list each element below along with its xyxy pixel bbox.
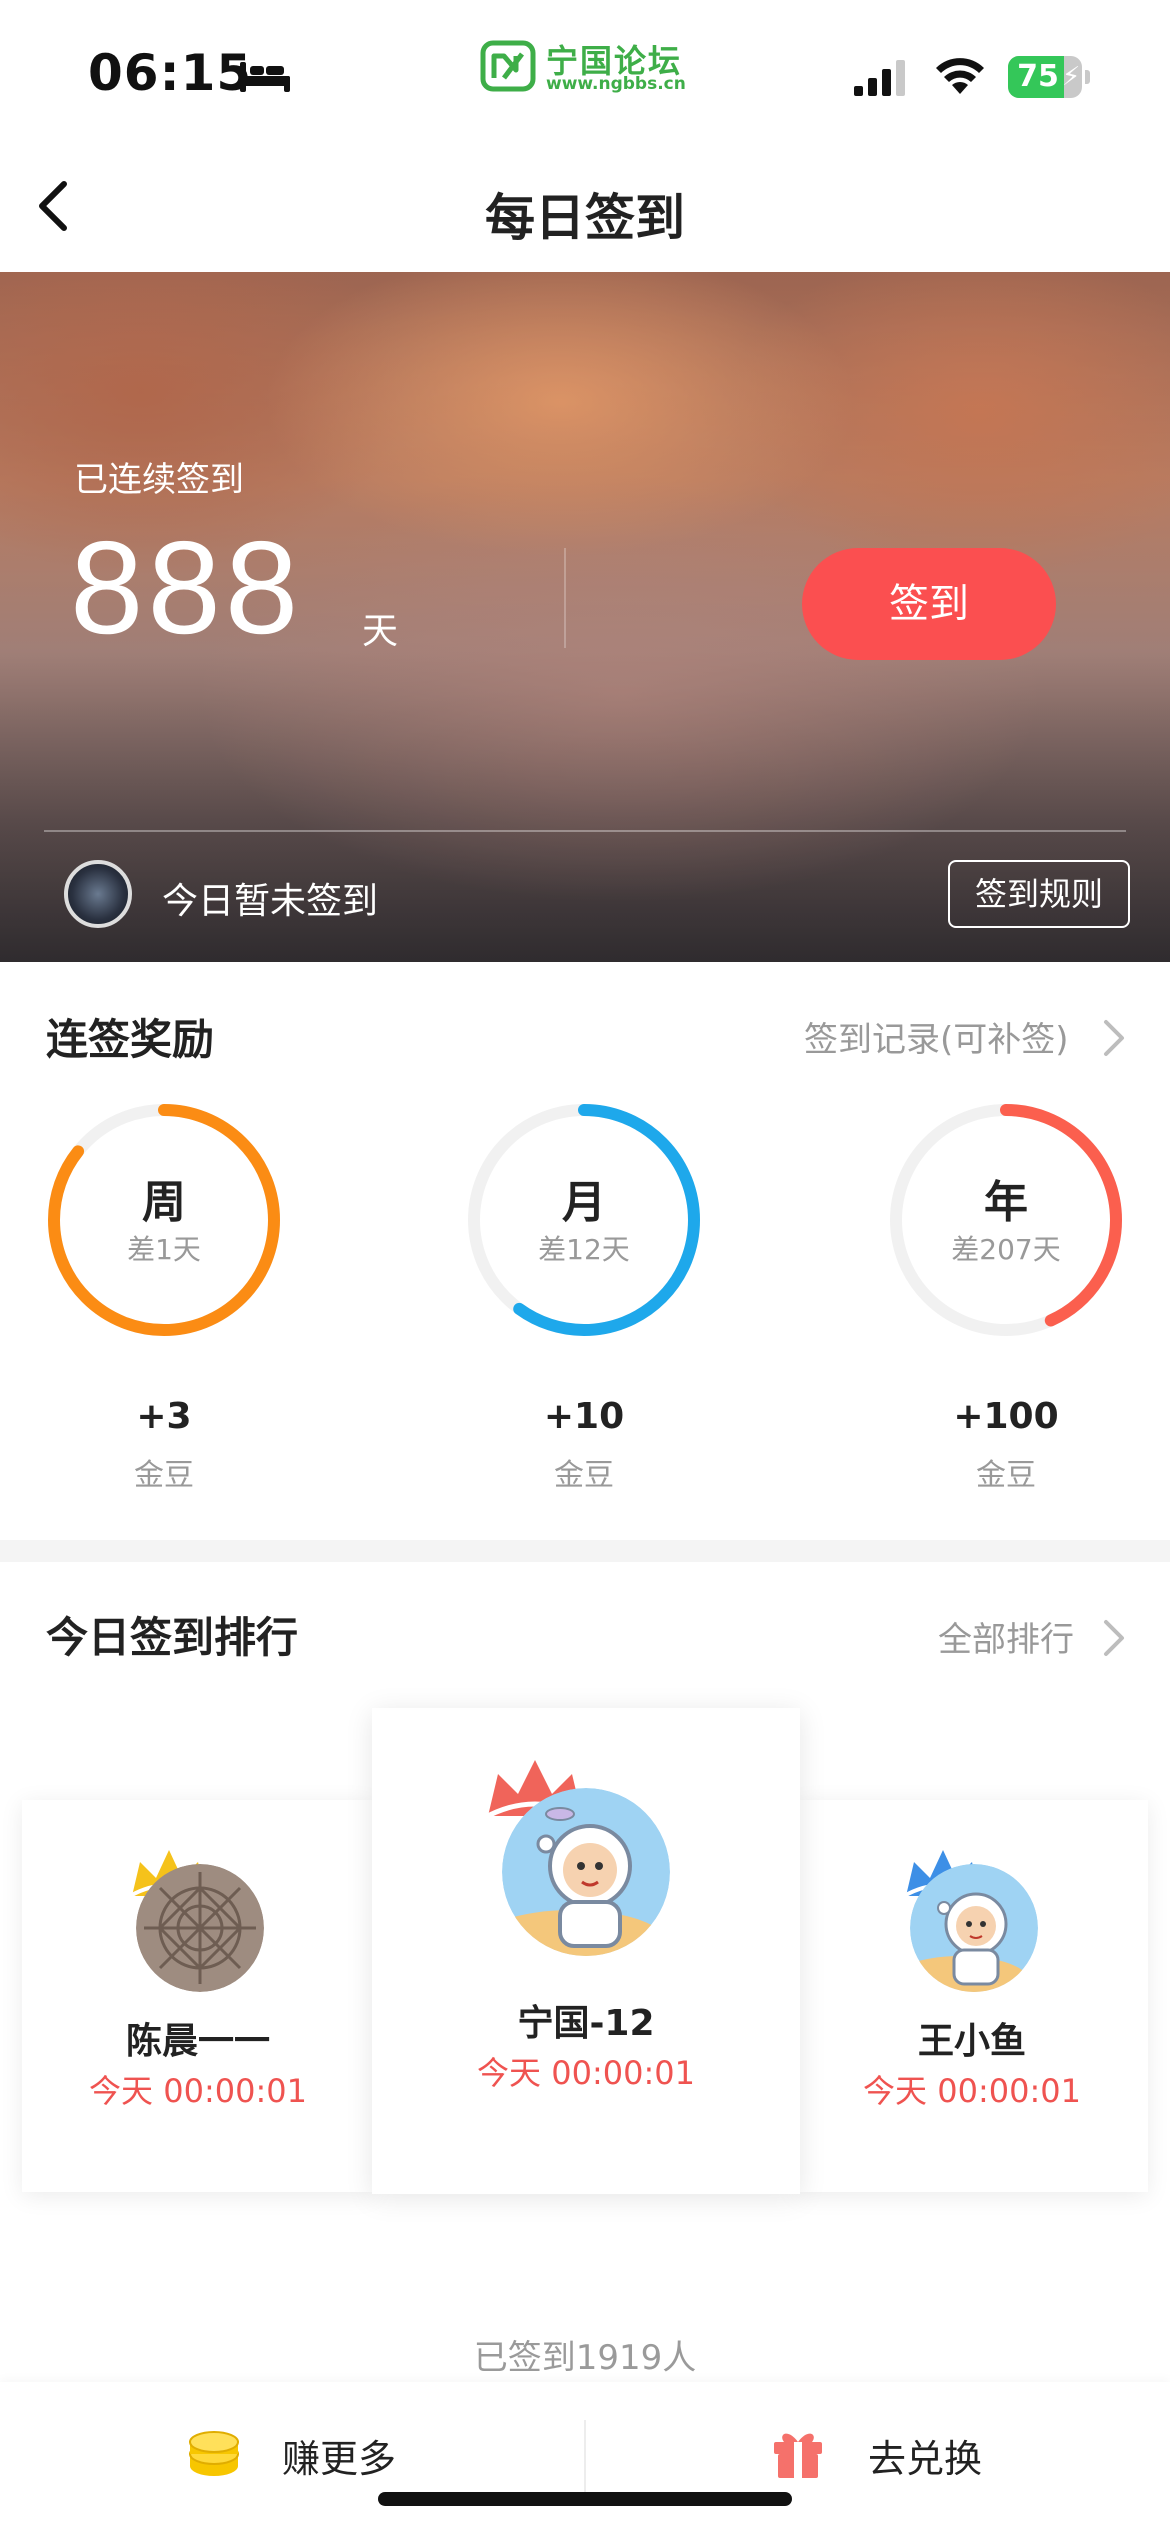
podium-card-rank-3[interactable]: 王小鱼 今天 00:00:01 [796,1800,1148,2192]
bottom-bar: 赚更多 去兑换 [0,2382,1170,2532]
podium-time: 今天 00:00:01 [89,2072,307,2110]
streak-unit: 天 [362,611,399,652]
reward-period: 月 [562,1177,606,1228]
brand-url: www.ngbbs.cn [546,74,686,94]
podium-time: 今天 00:00:01 [477,2054,695,2092]
reward-amount: +100 [953,1396,1059,1437]
wifi-icon [936,58,984,94]
reward-remaining: 差1天 [127,1233,201,1266]
reward-period: 周 [142,1177,186,1228]
podium-card-rank-1[interactable]: 宁国-12 今天 00:00:01 [372,1708,800,2194]
podium-card-rank-2[interactable]: 陈晨一一 今天 00:00:01 [22,1800,374,2192]
rules-button[interactable]: 签到规则 [948,860,1130,928]
reward-ring: 月差12天 [464,1100,704,1340]
reward-remaining: 差12天 [538,1233,630,1266]
battery-text: 75 [1017,59,1059,94]
podium-time: 今天 00:00:01 [863,2072,1081,2110]
podium-name: 宁国-12 [517,2003,655,2044]
streak-count: 888 [70,514,303,661]
earn-more-button[interactable]: 赚更多 [0,2382,584,2532]
reward-unit: 金豆 [554,1458,614,1493]
ranking-title: 今日签到排行 [46,1613,299,1662]
chevron-right-icon[interactable] [1102,1618,1126,1658]
battery-icon: 75 ⚡ [1008,56,1090,98]
status-bar: 06:15 宁国论坛 www.ngbbs.cn 75 ⚡ [0,0,1170,140]
home-indicator [378,2492,792,2506]
bolt-icon: ⚡ [1062,62,1081,92]
checkin-button[interactable]: 签到 [802,548,1056,660]
chevron-right-icon[interactable] [1102,1018,1126,1058]
bed-icon [240,62,290,92]
exchange-label: 去兑换 [868,2437,983,2481]
avatar [64,860,132,928]
reward-amount: +3 [136,1396,192,1437]
streak-label: 已连续签到 [74,460,244,500]
avatar [910,1864,1038,1992]
reward-ring: 年差207天 [886,1100,1126,1340]
checkin-hero: 已连续签到 888 天 签到 今日暂未签到 签到规则 [0,272,1170,962]
reward-unit: 金豆 [976,1458,1036,1493]
all-ranking-link[interactable]: 全部排行 [938,1612,1074,1661]
reward-ring: 周差1天 [44,1100,284,1340]
reward-remaining: 差207天 [951,1233,1061,1266]
avatar [502,1788,670,1956]
reward-unit: 金豆 [134,1458,194,1493]
coin-stack-icon [189,2431,239,2476]
earn-more-label: 赚更多 [282,2437,397,2481]
divider [564,548,566,648]
status-time: 06:15 [88,44,253,102]
checkin-status: 今日暂未签到 [162,881,379,922]
reward-period: 年 [984,1177,1028,1228]
nav-bar: 每日签到 [0,140,1170,272]
signed-count: 已签到1919人 [473,2338,697,2378]
brand-logo: 宁国论坛 www.ngbbs.cn [480,36,692,98]
podium-name: 陈晨一一 [125,2021,270,2062]
signal-icon [854,60,905,96]
checkin-records-link[interactable]: 签到记录(可补签) [804,1012,1069,1061]
logo-mark-icon [480,40,536,92]
exchange-button[interactable]: 去兑换 [586,2382,1170,2532]
podium-name: 王小鱼 [917,2021,1026,2062]
avatar [136,1864,264,1992]
gift-icon [774,2433,822,2478]
divider [44,830,1126,832]
reward-amount: +10 [543,1396,625,1437]
rewards-title: 连签奖励 [46,1015,215,1064]
page-title: 每日签到 [485,189,685,247]
section-separator [0,1540,1170,1562]
